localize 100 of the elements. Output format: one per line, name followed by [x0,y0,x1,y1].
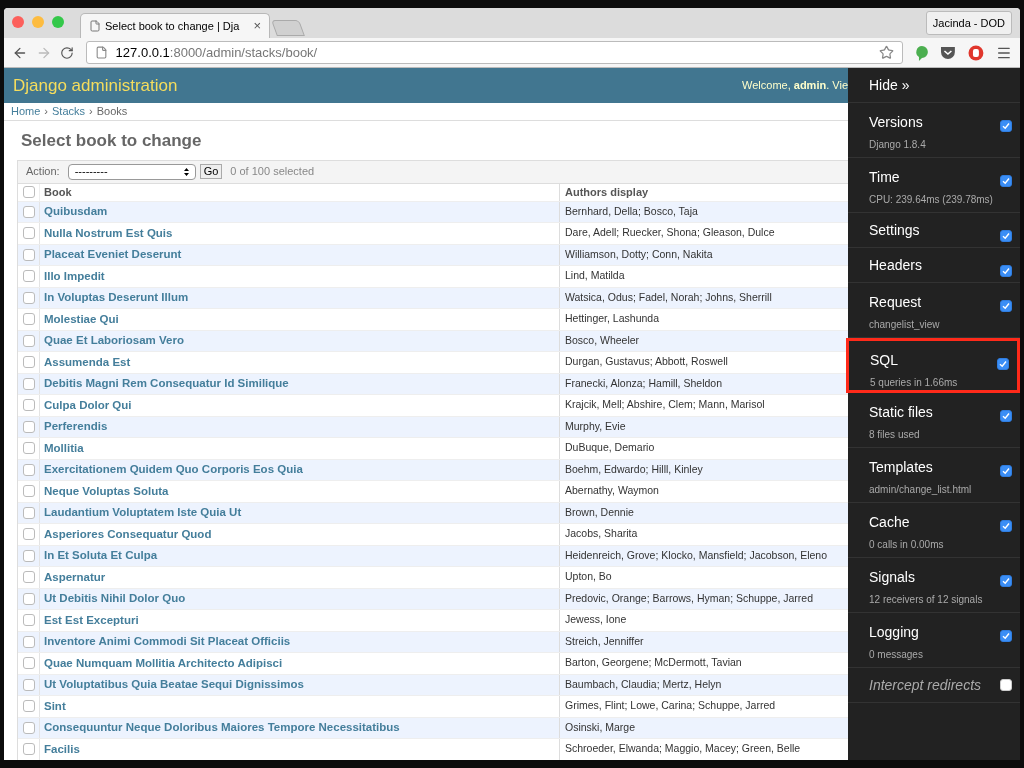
breadcrumb-link[interactable]: Home [11,103,41,120]
book-link[interactable]: Est Est Excepturi [44,611,139,629]
authors-text: Baumbach, Claudia; Mertz, Helyn [565,676,722,692]
checkbox[interactable] [22,635,35,648]
browser-tab[interactable]: Select book to change | Dja × [80,13,270,38]
book-link[interactable]: Quibusdam [44,203,108,221]
book-link[interactable]: Laudantium Voluptatem Iste Quia Ut [44,504,242,522]
checkbox[interactable] [22,678,35,691]
book-link[interactable]: In Voluptas Deserunt Illum [44,289,189,307]
book-link[interactable]: Assumenda Est [44,353,131,371]
checkbox[interactable] [22,356,35,369]
book-link[interactable]: Nulla Nostrum Est Quis [44,224,173,242]
checkbox[interactable] [1000,300,1012,312]
hide-link[interactable]: Hide » [869,74,910,96]
go-button[interactable]: Go [199,164,223,179]
checkbox[interactable] [22,721,35,734]
panel-title[interactable]: Signals [869,568,983,586]
checkbox[interactable] [22,442,35,455]
shield-icon[interactable] [968,44,985,61]
panel-title[interactable]: Logging [869,623,923,641]
checkbox[interactable] [22,334,35,347]
panel-title[interactable]: Static files [869,403,933,421]
checkbox[interactable] [22,205,35,218]
checkbox[interactable] [22,248,35,261]
checkbox[interactable] [22,399,35,412]
book-link[interactable]: Culpa Dolor Qui [44,396,132,414]
panel-title[interactable]: Versions [869,113,926,131]
book-link[interactable]: Illo Impedit [44,267,105,285]
book-link[interactable]: Quae Et Laboriosam Vero [44,332,184,350]
checkbox[interactable] [22,743,35,756]
checkbox[interactable] [22,270,35,283]
checkbox[interactable] [22,377,35,390]
panel-title[interactable]: Request [869,293,940,311]
checkbox[interactable] [1000,410,1012,422]
checkbox[interactable] [1000,120,1012,132]
book-link[interactable]: Ut Voluptatibus Quia Beatae Sequi Dignissimos [44,676,304,694]
panel-title[interactable]: Headers [869,256,922,274]
book-link[interactable]: Perferendis [44,418,108,436]
zoom-window-icon[interactable] [52,16,64,28]
book-link[interactable]: Ut Debitis Nihil Dolor Quo [44,590,186,608]
book-link[interactable]: Sint [44,697,66,715]
checkbox[interactable] [22,463,35,476]
minimize-window-icon[interactable] [32,16,44,28]
book-link[interactable]: Asperiores Consequatur Quod [44,525,212,543]
checkbox[interactable] [22,657,35,670]
book-link[interactable]: Aspernatur [44,568,106,586]
action-select[interactable]: --------- [67,163,196,180]
panel-title[interactable]: Cache [869,513,944,531]
checkbox[interactable] [1000,520,1012,532]
panel-title[interactable]: Time [869,168,993,186]
checkbox[interactable] [22,506,35,519]
checkbox[interactable] [1000,679,1012,691]
book-link[interactable]: Consequuntur Neque Doloribus Maiores Tempore Necessitatibus [44,719,400,737]
book-link[interactable]: Neque Voluptas Soluta [44,482,169,500]
checkbox[interactable] [22,700,35,713]
checkbox[interactable] [1000,175,1012,187]
checkbox[interactable] [1000,265,1012,277]
checkbox[interactable] [22,186,35,198]
checkbox[interactable] [22,485,35,498]
profile-button[interactable]: Jacinda - DOD [925,10,1012,35]
checkbox[interactable] [22,291,35,304]
checkbox[interactable] [22,592,35,605]
book-link[interactable]: Mollitia [44,439,84,457]
book-link[interactable]: Facilis [44,740,80,758]
address-bar[interactable]: 127.0.0.1:8000/admin/stacks/book/ [85,41,903,64]
checkbox[interactable] [1000,230,1012,242]
checkbox[interactable] [1000,630,1012,642]
panel-option[interactable]: Intercept redirects [869,674,982,696]
book-link[interactable]: Debitis Magni Rem Consequatur Id Similique [44,375,289,393]
book-link[interactable]: Placeat Eveniet Deserunt [44,246,182,264]
close-window-icon[interactable] [12,16,24,28]
book-link[interactable]: Inventore Animi Commodi Sit Placeat Officiis [44,633,291,651]
breadcrumb-link[interactable]: Stacks [52,103,86,120]
checkbox[interactable] [22,571,35,584]
column-header[interactable]: Book [39,183,559,201]
panel-title[interactable]: Templates [869,458,972,476]
book-link[interactable]: Quae Numquam Mollitia Architecto Adipisci [44,654,283,672]
panel-title[interactable]: SQL [870,351,958,369]
checkbox[interactable] [997,358,1009,370]
checkbox[interactable] [1000,465,1012,477]
pocket-icon[interactable] [940,45,957,60]
checkbox[interactable] [22,420,35,433]
checkbox[interactable] [22,313,35,326]
checkbox[interactable] [22,614,35,627]
reload-icon[interactable] [59,45,74,60]
book-link[interactable]: Molestiae Qui [44,310,119,328]
book-link[interactable]: In Et Soluta Et Culpa [44,547,158,565]
authors-text: Bosco, Wheeler [565,332,640,348]
checkbox[interactable] [22,227,35,240]
authors-text: Upton, Bo [565,569,612,585]
panel-summary: changelist_view [869,318,940,332]
checkbox[interactable] [1000,575,1012,587]
book-link[interactable]: Exercitationem Quidem Quo Corporis Eos Quia [44,461,303,479]
checkbox[interactable] [22,528,35,541]
bookmark-star-icon[interactable] [878,45,894,60]
new-tab-button[interactable] [271,20,305,36]
tab-close-button[interactable]: × [253,16,261,36]
speech-bubble-icon[interactable] [914,44,929,61]
checkbox[interactable] [22,549,35,562]
panel-title[interactable]: Settings [869,221,920,239]
